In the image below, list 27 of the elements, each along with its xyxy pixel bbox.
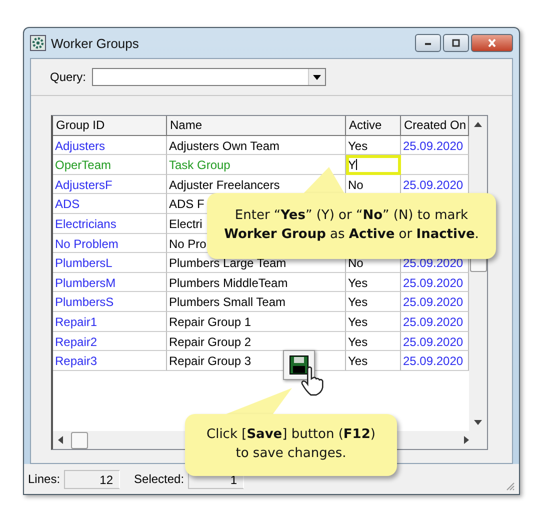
table-cell: Adjusters Own Team bbox=[167, 136, 346, 156]
table-cell: Yes bbox=[346, 351, 401, 371]
lines-label: Lines: bbox=[28, 472, 60, 486]
table-cell: Repair2 bbox=[53, 332, 167, 352]
table-cell: AdjustersF bbox=[53, 174, 167, 194]
table-cell: PlumbersL bbox=[53, 253, 167, 273]
window-title: Worker Groups bbox=[51, 36, 139, 50]
table-cell: Repair Group 1 bbox=[167, 312, 346, 332]
table-cell: Yes bbox=[346, 136, 401, 156]
table-cell: PlumbersS bbox=[53, 292, 167, 312]
table-cell: Yes bbox=[346, 292, 401, 312]
table-cell: Plumbers Small Team bbox=[167, 292, 346, 312]
table-cell: Yes bbox=[346, 332, 401, 352]
lines-count: 12 bbox=[64, 470, 120, 488]
table-cell: Yes bbox=[346, 312, 401, 332]
table-cell: Plumbers MiddleTeam bbox=[167, 272, 346, 292]
table-cell: OperTeam bbox=[53, 155, 167, 175]
table-cell: No Problem bbox=[53, 234, 167, 254]
table-cell: PlumbersM bbox=[53, 272, 167, 292]
table-cell: ADS bbox=[53, 194, 167, 214]
table-cell: Yes bbox=[346, 272, 401, 292]
table-cell: Electricians bbox=[53, 214, 167, 234]
table-cell: Adjusters bbox=[53, 136, 167, 156]
table-cell: Repair3 bbox=[53, 351, 167, 371]
table-cell: Repair1 bbox=[53, 312, 167, 332]
selected-label: Selected: bbox=[134, 472, 184, 486]
query-label: Query: bbox=[50, 70, 86, 84]
